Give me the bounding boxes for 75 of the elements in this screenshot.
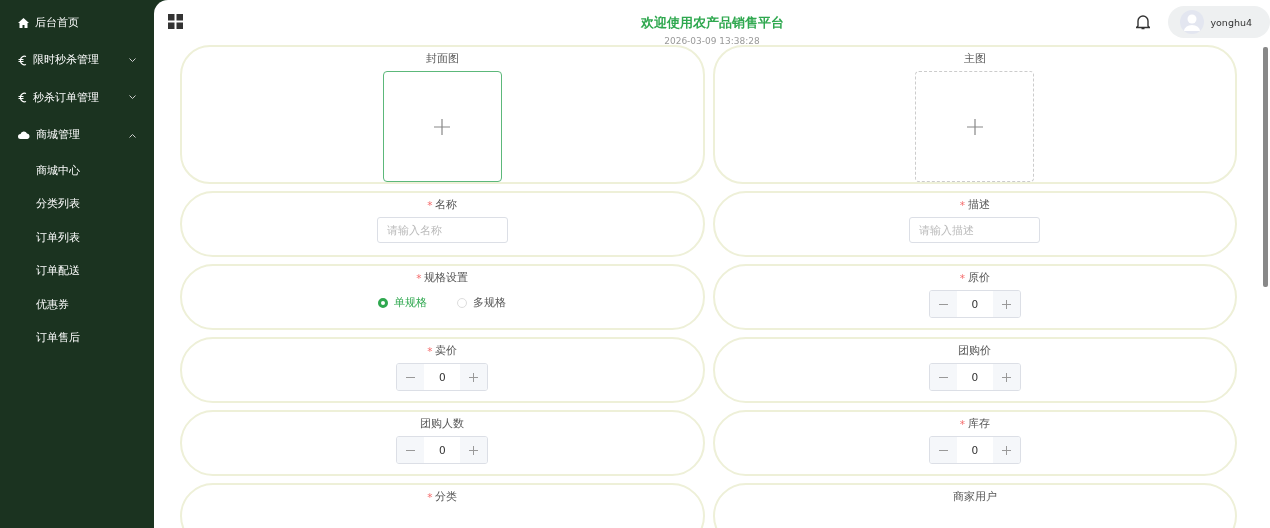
field-label: 卖价 [435,344,458,358]
plus-button[interactable] [460,364,488,390]
sidebar-item[interactable]: 商城管理 [0,116,154,154]
number-stepper[interactable]: 0 [928,363,1021,391]
username-text: yonghu4 [1210,16,1252,28]
plus-icon [1001,299,1011,309]
field-label: 封面图 [425,52,459,66]
number-stepper[interactable]: 0 [928,436,1021,464]
plus-icon [434,118,451,135]
radio-option[interactable]: 多规格 [457,296,507,310]
number-value: 0 [437,443,447,458]
plus-icon [1001,445,1011,455]
sidebar-item[interactable]: 后台首页 [0,4,154,42]
sidebar-subitem[interactable]: 优惠券 [0,288,154,322]
plus-button[interactable] [992,291,1020,317]
home-icon [18,17,29,28]
plus-button[interactable] [992,364,1020,390]
input-field[interactable]: 请输入名称 [376,217,508,243]
sidebar-label: 秒杀订单管理 [33,90,100,105]
number-value: 0 [437,370,447,385]
avatar-icon [1180,10,1205,34]
plus-icon [1001,372,1011,382]
number-stepper[interactable]: 0 [396,363,489,391]
page-title: 欢迎使用农产品销售平台 [640,14,784,32]
sidebar-subitem[interactable]: 订单配送 [0,254,154,288]
field-label: 原价 [967,271,990,285]
required-mark: * [427,345,433,357]
required-mark: * [416,272,422,284]
field-label: 名称 [435,198,458,212]
minus-button[interactable] [929,291,957,317]
upload-box[interactable] [382,71,502,182]
required-mark: * [959,199,965,211]
sidebar-subitem[interactable]: 商城中心 [0,154,154,188]
euro-icon [18,92,27,104]
plus-button[interactable] [992,437,1020,463]
plus-button[interactable] [460,437,488,463]
datetime-text: 2026-03-09 13:38:28 [664,36,760,46]
number-value: 0 [970,443,980,458]
grid-menu-icon[interactable] [168,14,183,29]
sidebar-label: 后台首页 [35,15,80,30]
field-label: 主图 [963,52,986,66]
number-value: 0 [970,370,980,385]
plus-icon [469,372,479,382]
euro-icon [18,54,27,66]
minus-button[interactable] [929,437,957,463]
sidebar-subitem[interactable]: 分类列表 [0,187,154,221]
sidebar-subitem[interactable]: 订单列表 [0,221,154,255]
cloud-icon [18,131,30,140]
number-stepper[interactable]: 0 [928,290,1021,318]
sidebar-subitem[interactable]: 订单售后 [0,321,154,355]
input-field[interactable]: 请输入描述 [909,217,1041,243]
required-mark: * [959,272,965,284]
field-label: 商家用户 [952,490,997,504]
field-label: 库存 [967,417,990,431]
required-mark: * [427,199,433,211]
field-label: 分类 [435,490,458,504]
plus-icon [966,118,983,135]
bell-icon[interactable] [1136,14,1151,30]
number-value: 0 [970,297,980,312]
minus-button[interactable] [929,364,957,390]
user-menu[interactable]: yonghu4 [1168,6,1270,38]
upload-box[interactable] [915,71,1035,182]
sidebar-label: 限时秒杀管理 [33,53,100,68]
field-label: 描述 [967,198,990,212]
plus-icon [469,445,479,455]
sidebar-label: 商城管理 [36,128,81,143]
field-label: 团购人数 [420,417,465,431]
sidebar-item[interactable]: 限时秒杀管理 [0,41,154,79]
field-label: 团购价 [958,344,992,358]
number-stepper[interactable]: 0 [396,436,489,464]
required-mark: * [959,418,965,430]
sidebar-item[interactable]: 秒杀订单管理 [0,79,154,117]
required-mark: * [427,491,433,503]
field-label: 规格设置 [424,271,469,285]
scrollbar-thumb[interactable] [1263,47,1268,287]
